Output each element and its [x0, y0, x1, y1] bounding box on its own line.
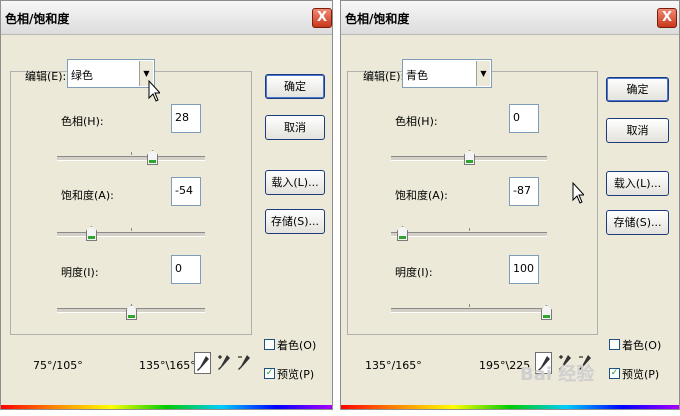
hue-spectrum-bar	[341, 405, 679, 409]
lightness-slider-center-tick	[469, 304, 470, 307]
adjust-group	[347, 71, 598, 335]
close-button[interactable]: X	[312, 8, 332, 28]
eyedropper-icon[interactable]	[194, 352, 211, 374]
preview-label: 预览(P)	[622, 368, 660, 381]
saturation-slider-center-tick	[131, 228, 132, 231]
chevron-down-icon[interactable]: ▼	[476, 61, 490, 86]
range-left-value: 135°/165°	[365, 359, 422, 372]
saturation-input[interactable]: -54	[171, 177, 201, 206]
hue-slider-center-tick	[131, 152, 132, 155]
preview-label: 预览(P)	[277, 368, 315, 381]
load-button[interactable]: 载入(L)...	[265, 170, 325, 195]
save-button[interactable]: 存储(S)...	[606, 210, 669, 235]
saturation-input[interactable]: -87	[509, 177, 539, 206]
lightness-slider-track[interactable]	[391, 308, 547, 313]
colorize-checkbox[interactable]	[609, 339, 620, 350]
hue-spectrum-bar	[1, 405, 332, 409]
close-button[interactable]: X	[657, 8, 677, 28]
title-bar[interactable]: 色相/饱和度 X	[1, 1, 332, 35]
edit-select[interactable]: 青色 ▼	[402, 59, 492, 88]
hue-saturation-dialog-left: 色相/饱和度 X 编辑(E): 绿色 ▼ 色相(H): 28 饱和度(A): -…	[0, 0, 333, 410]
dialog-title: 色相/饱和度	[345, 12, 410, 26]
saturation-label: 饱和度(A):	[395, 189, 448, 202]
preview-checkbox[interactable]: ✓	[264, 368, 275, 379]
saturation-slider-center-tick	[469, 228, 470, 231]
load-button[interactable]: 载入(L)...	[606, 171, 669, 196]
ok-button[interactable]: 确定	[606, 77, 669, 102]
preview-checkbox[interactable]: ✓	[609, 368, 620, 379]
edit-select-value: 绿色	[71, 69, 93, 82]
range-left-value: 75°/105°	[33, 359, 83, 372]
cancel-button[interactable]: 取消	[606, 118, 669, 143]
mouse-pointer-icon	[148, 80, 160, 102]
dialog-title: 色相/饱和度	[5, 12, 70, 26]
colorize-checkbox[interactable]	[264, 339, 275, 350]
hue-label: 色相(H):	[395, 115, 438, 128]
saturation-slider-track[interactable]	[57, 232, 205, 237]
edit-select[interactable]: 绿色 ▼	[67, 59, 155, 88]
hue-input[interactable]: 28	[171, 104, 201, 133]
lightness-label: 明度(I):	[61, 266, 99, 279]
cancel-button[interactable]: 取消	[265, 115, 325, 140]
hue-slider-track[interactable]	[57, 156, 205, 161]
lightness-label: 明度(I):	[395, 266, 433, 279]
edit-label: 编辑(E):	[363, 70, 405, 83]
hue-label: 色相(H):	[61, 115, 104, 128]
hue-input[interactable]: 0	[509, 104, 539, 133]
title-bar[interactable]: 色相/饱和度 X	[341, 1, 679, 35]
lightness-input[interactable]: 100	[509, 255, 539, 284]
edit-label: 编辑(E):	[25, 70, 67, 83]
colorize-label: 着色(O)	[622, 339, 662, 352]
mouse-pointer-icon	[572, 182, 584, 204]
saturation-label: 饱和度(A):	[61, 189, 114, 202]
range-right-value: 135°\165°	[139, 359, 196, 372]
adjust-group	[10, 71, 252, 335]
lightness-input[interactable]: 0	[171, 255, 201, 284]
saturation-slider-track[interactable]	[391, 232, 547, 237]
save-button[interactable]: 存储(S)...	[265, 209, 325, 234]
eyedropper-plus-icon[interactable]	[216, 352, 233, 374]
watermark-text: Bai 经验	[520, 364, 595, 385]
hue-saturation-dialog-right: 色相/饱和度 X 编辑(E): 青色 ▼ 色相(H): 0 饱和度(A): -8…	[340, 0, 680, 410]
edit-select-value: 青色	[406, 69, 428, 82]
ok-button[interactable]: 确定	[265, 74, 325, 99]
eyedropper-minus-icon[interactable]	[236, 352, 253, 374]
colorize-label: 着色(O)	[277, 339, 317, 352]
